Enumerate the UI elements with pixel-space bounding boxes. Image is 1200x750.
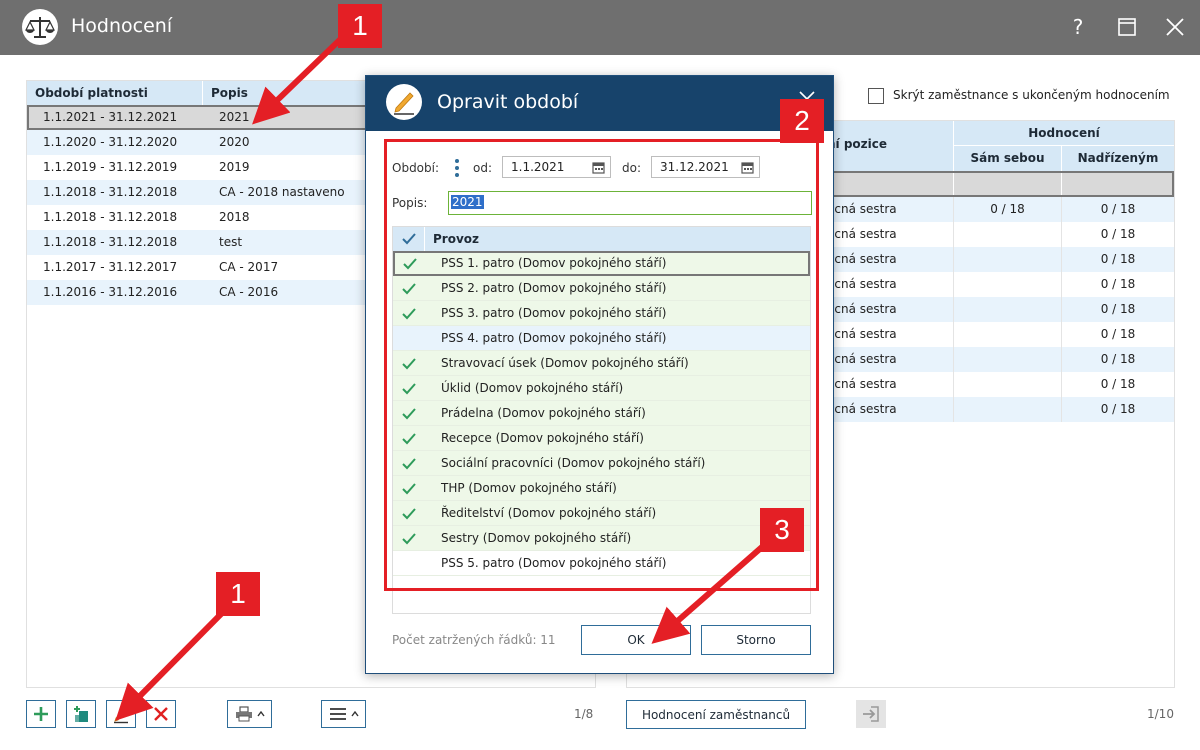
scales-icon [22,9,58,45]
superior-rating-cell: 0 / 18 [1061,222,1174,247]
annotation-badge-1-bottom: 1 [216,572,260,616]
copy-button[interactable] [66,700,96,728]
description-cell: 2019 [219,160,250,174]
plus-icon [34,707,48,721]
close-icon [1166,18,1184,36]
maximize-button[interactable] [1112,12,1142,42]
pencil-icon [114,707,128,724]
self-rating-cell [953,272,1061,297]
edit-button[interactable] [106,700,136,728]
menu-button[interactable] [321,700,366,728]
delete-button[interactable] [146,700,176,728]
title-bar: Hodnocení ? [0,0,1200,55]
self-rating-cell [953,247,1061,272]
description-cell: 2020 [219,135,250,149]
annotation-highlight-box [384,139,819,591]
right-pager: 1/10 [1147,707,1174,721]
self-rating-cell [953,322,1061,347]
chevron-up-icon [350,711,359,717]
superior-rating-cell: 0 / 18 [1061,322,1174,347]
export-icon [863,706,879,722]
annotation-badge-1: 1 [338,4,382,48]
period-cell: 1.1.2017 - 31.12.2017 [43,260,178,274]
superior-rating-cell: 0 / 18 [1061,347,1174,372]
period-cell: 1.1.2021 - 31.12.2021 [43,110,178,124]
position-cell: ecná sestra [827,252,897,266]
dialog-title: Opravit období [437,91,579,113]
description-cell: 2021 [219,110,250,124]
close-button[interactable] [1160,12,1190,42]
position-cell: ecná sestra [827,352,897,366]
position-cell: ecná sestra [827,277,897,291]
cancel-button[interactable]: Storno [701,625,811,655]
column-header-self[interactable]: Sám sebou [953,146,1061,171]
window-title: Hodnocení [71,15,173,37]
export-button[interactable] [856,700,886,728]
self-rating-cell: 0 / 18 [953,197,1061,222]
dialog-header: Opravit období [366,76,833,131]
annotation-badge-2: 2 [780,99,824,143]
period-cell: 1.1.2019 - 31.12.2019 [43,160,178,174]
period-cell: 1.1.2020 - 31.12.2020 [43,135,178,149]
ok-button[interactable]: OK [581,625,691,655]
superior-rating-cell: 0 / 18 [1061,397,1174,422]
position-cell: ecná sestra [827,377,897,391]
column-header-position[interactable]: ní pozice [827,137,887,151]
column-header-period[interactable]: Období platnosti [27,81,203,105]
left-pager: 1/8 [574,707,594,721]
column-group-rating: Hodnocení [953,121,1174,146]
description-cell: CA - 2018 nastaveno [219,185,345,199]
x-icon [154,707,168,721]
maximize-icon [1118,18,1136,36]
period-cell: 1.1.2018 - 31.12.2018 [43,235,178,249]
printer-icon [235,706,252,722]
description-cell: CA - 2017 [219,260,279,274]
position-cell: ecná sestra [827,302,897,316]
self-rating-cell [953,372,1061,397]
self-rating-cell [953,297,1061,322]
employee-rating-button[interactable]: Hodnocení zaměstnanců [626,700,806,729]
help-button[interactable]: ? [1063,12,1093,42]
position-cell: ecná sestra [827,202,897,216]
print-button[interactable] [227,700,272,728]
checked-count-label: Počet zatržených řádků: 11 [392,633,556,647]
position-cell: ecná sestra [827,327,897,341]
period-cell: 1.1.2018 - 31.12.2018 [43,185,178,199]
description-cell: 2018 [219,210,250,224]
self-rating-cell [953,397,1061,422]
pencil-icon [386,84,422,120]
hide-finished-checkbox[interactable] [868,88,884,104]
period-cell: 1.1.2016 - 31.12.2016 [43,285,178,299]
superior-rating-cell: 0 / 18 [1061,247,1174,272]
hamburger-icon [329,708,346,720]
copy-icon [74,706,88,722]
description-cell: CA - 2016 [219,285,279,299]
description-cell: test [219,235,243,249]
position-cell: ecná sestra [827,402,897,416]
hide-finished-label: Skrýt zaměstnance s ukončeným hodnocením [893,88,1170,102]
self-rating-cell [953,222,1061,247]
annotation-badge-3: 3 [760,508,804,552]
position-cell: ecná sestra [827,227,897,241]
period-cell: 1.1.2018 - 31.12.2018 [43,210,178,224]
column-header-superior[interactable]: Nadřízeným [1061,146,1174,171]
superior-rating-cell: 0 / 18 [1061,372,1174,397]
superior-rating-cell: 0 / 18 [1061,297,1174,322]
add-button[interactable] [26,700,56,728]
chevron-up-icon [256,711,265,717]
self-rating-cell [953,347,1061,372]
superior-rating-cell: 0 / 18 [1061,197,1174,222]
superior-rating-cell: 0 / 18 [1061,272,1174,297]
